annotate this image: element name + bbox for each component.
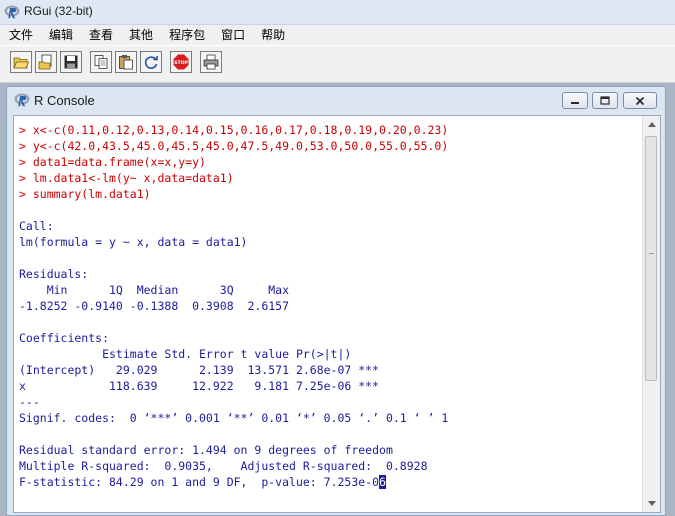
menu-misc[interactable]: 其他	[120, 25, 160, 45]
line-text: F-statistic: 84.29 on 1 and 9 DF, p-valu…	[19, 475, 380, 489]
menu-packages[interactable]: 程序包	[160, 25, 212, 45]
close-button[interactable]	[623, 92, 657, 109]
minimize-button[interactable]	[562, 92, 588, 109]
r-logo-icon	[14, 93, 30, 107]
line-text: > x<-c(0.11,0.12,0.13,0.14,0.15,0.16,0.1…	[19, 123, 449, 137]
command-line: > y<-c(42.0,43.5,45.0,45.5,45.0,47.5,49.…	[19, 138, 639, 154]
chevron-up-icon	[647, 122, 656, 127]
output-line: Multiple R-squared: 0.9035, Adjusted R-s…	[19, 458, 639, 474]
line-text: Call:	[19, 219, 54, 233]
line-text: Residuals:	[19, 267, 89, 281]
paste-icon	[119, 55, 133, 70]
line-text: > y<-c(42.0,43.5,45.0,45.5,45.0,47.5,49.…	[19, 139, 449, 153]
open-script-button[interactable]	[10, 51, 32, 73]
menu-file[interactable]: 文件	[0, 25, 40, 45]
chevron-down-icon	[647, 501, 656, 506]
menu-windows[interactable]: 窗口	[212, 25, 252, 45]
r-logo-icon	[4, 5, 20, 19]
output-line: ---	[19, 394, 639, 410]
vertical-scrollbar[interactable]	[642, 116, 660, 512]
line-text: (Intercept) 29.029 2.139 13.571 2.68e-07…	[19, 363, 380, 377]
line-text: Min 1Q Median 3Q Max	[19, 283, 296, 297]
output-line: x 118.639 12.922 9.181 7.25e-06 ***	[19, 378, 639, 394]
save-button[interactable]	[60, 51, 82, 73]
stop-label: STOP	[174, 60, 188, 66]
output-line: (Intercept) 29.029 2.139 13.571 2.68e-07…	[19, 362, 639, 378]
close-icon	[635, 96, 645, 105]
scroll-up-button[interactable]	[643, 116, 660, 133]
output-line: Signif. codes: 0 ‘***’ 0.001 ‘**’ 0.01 ‘…	[19, 410, 639, 426]
output-line: Residuals:	[19, 266, 639, 282]
console-title: R Console	[34, 93, 95, 108]
save-icon	[64, 55, 78, 69]
console-output-area[interactable]: > x<-c(0.11,0.12,0.13,0.14,0.15,0.16,0.1…	[13, 115, 661, 513]
output-line: Call:	[19, 218, 639, 234]
stop-button[interactable]: STOP	[170, 51, 192, 73]
window-title: RGui (32-bit)	[24, 4, 93, 18]
line-text: Residual standard error: 1.494 on 9 degr…	[19, 443, 393, 457]
restore-button[interactable]	[592, 92, 618, 109]
scroll-down-button[interactable]	[643, 495, 660, 512]
print-button[interactable]	[200, 51, 222, 73]
line-text: > lm.data1<-lm(y~ x,data=data1)	[19, 171, 234, 185]
load-workspace-button[interactable]	[35, 51, 57, 73]
minimize-icon	[571, 101, 579, 104]
refresh-icon	[144, 56, 158, 69]
line-text: > summary(lm.data1)	[19, 187, 151, 201]
console-title-bar[interactable]: R Console	[7, 87, 665, 113]
line-text: ---	[19, 395, 40, 409]
title-bar: RGui (32-bit)	[0, 0, 675, 25]
menu-help[interactable]: 帮助	[252, 25, 292, 45]
output-line: Min 1Q Median 3Q Max	[19, 282, 639, 298]
command-line: > summary(lm.data1)	[19, 186, 639, 202]
scroll-thumb[interactable]	[645, 136, 657, 381]
print-icon	[203, 54, 219, 70]
line-text: > data1=data.frame(x=x,y=y)	[19, 155, 206, 169]
output-line: Estimate Std. Error t value Pr(>|t|)	[19, 346, 639, 362]
line-text: lm(formula = y ~ x, data = data1)	[19, 235, 248, 249]
output-line: Coefficients:	[19, 330, 639, 346]
command-line: > data1=data.frame(x=x,y=y)	[19, 154, 639, 170]
command-line: > x<-c(0.11,0.12,0.13,0.14,0.15,0.16,0.1…	[19, 122, 639, 138]
open-script-icon	[13, 57, 29, 69]
r-console-window: R Console > x<-c(0.11,0.12,0.13,0.14,0.1…	[6, 86, 666, 516]
selection-highlight: 6	[379, 475, 386, 489]
load-workspace-icon	[38, 54, 52, 70]
output-line: -1.8252 -0.9140 -0.1388 0.3908 2.6157	[19, 298, 639, 314]
menu-edit[interactable]: 编辑	[40, 25, 80, 45]
refresh-button[interactable]	[140, 51, 162, 73]
line-text: -1.8252 -0.9140 -0.1388 0.3908 2.6157	[19, 299, 296, 313]
line-text: Multiple R-squared: 0.9035, Adjusted R-s…	[19, 459, 435, 473]
line-text: x 118.639 12.922 9.181 7.25e-06 ***	[19, 379, 380, 393]
output-line: Residual standard error: 1.494 on 9 degr…	[19, 442, 639, 458]
line-text: Coefficients:	[19, 331, 110, 345]
stop-icon: STOP	[173, 54, 189, 70]
output-line: lm(formula = y ~ x, data = data1)	[19, 234, 639, 250]
toolbar: STOP	[0, 46, 675, 83]
paste-button[interactable]	[115, 51, 137, 73]
copy-button[interactable]	[90, 51, 112, 73]
menu-view[interactable]: 查看	[80, 25, 120, 45]
copy-icon	[94, 55, 108, 69]
line-text: Estimate Std. Error t value Pr(>|t|)	[19, 347, 380, 361]
output-line: F-statistic: 84.29 on 1 and 9 DF, p-valu…	[19, 474, 639, 490]
menu-bar: 文件 编辑 查看 其他 程序包 窗口 帮助	[0, 25, 675, 45]
restore-icon	[600, 96, 610, 105]
line-text: Signif. codes: 0 ‘***’ 0.001 ‘**’ 0.01 ‘…	[19, 411, 449, 425]
console-text[interactable]: > x<-c(0.11,0.12,0.13,0.14,0.15,0.16,0.1…	[19, 122, 639, 490]
command-line: > lm.data1<-lm(y~ x,data=data1)	[19, 170, 639, 186]
scroll-grip	[649, 253, 654, 254]
